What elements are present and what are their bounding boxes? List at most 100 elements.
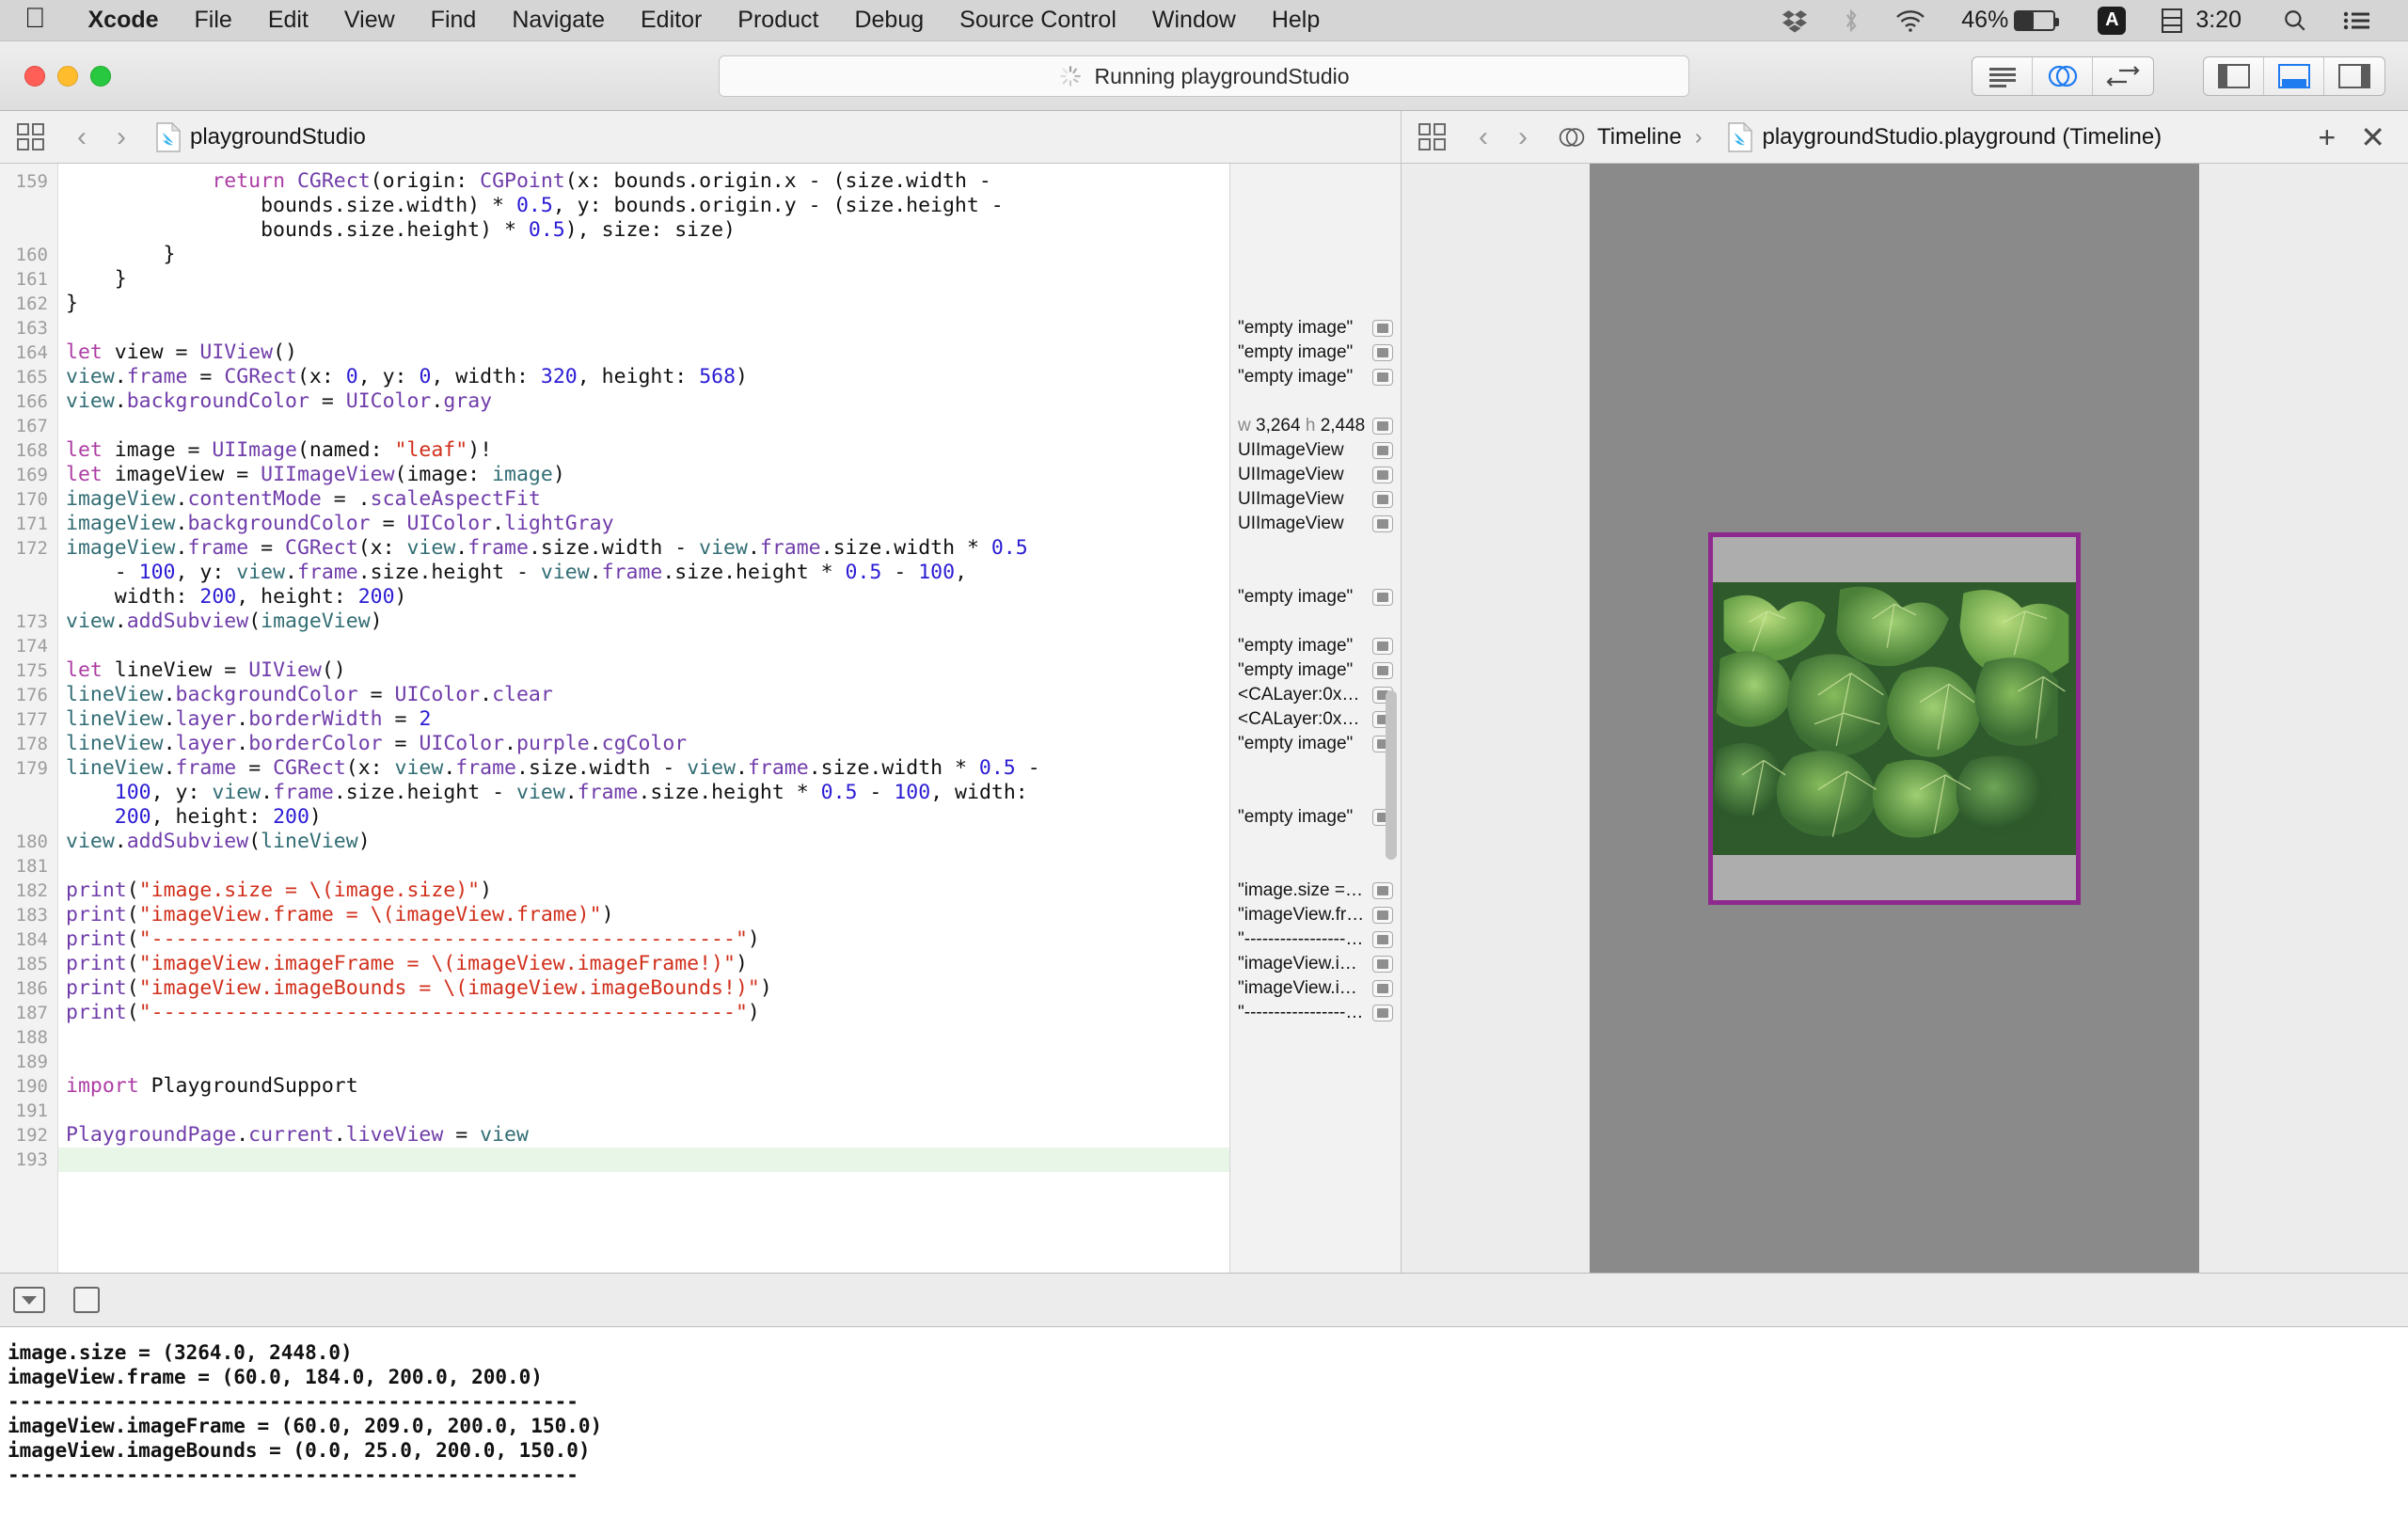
editor-vertical-scrollbar[interactable] xyxy=(1386,690,1397,860)
result-row[interactable]: "image.size = (3264…. xyxy=(1230,879,1401,903)
quick-look-button-icon[interactable] xyxy=(1372,369,1393,386)
result-row[interactable]: UIImageView xyxy=(1230,512,1401,536)
code-line[interactable]: 100, y: view.frame.size.height - view.fr… xyxy=(58,781,1401,805)
code-line[interactable]: view.addSubview(imageView) xyxy=(58,610,1401,634)
code-line[interactable] xyxy=(58,854,1401,879)
result-row[interactable]: "imageView.imageFr… xyxy=(1230,952,1401,976)
code-line[interactable] xyxy=(58,414,1401,438)
code-line[interactable]: let view = UIView() xyxy=(58,340,1401,365)
quick-look-button-icon[interactable] xyxy=(1372,907,1393,924)
code-line[interactable]: lineView.frame = CGRect(x: view.frame.si… xyxy=(58,756,1401,781)
source-code-editor[interactable]: 1591601611621631641651661671681691701711… xyxy=(0,164,1402,1273)
menu-item-navigate[interactable]: Navigate xyxy=(494,7,623,34)
code-line[interactable]: bounds.size.height) * 0.5), size: size) xyxy=(58,218,1401,243)
quick-look-button-icon[interactable] xyxy=(1372,931,1393,948)
quick-look-button-icon[interactable] xyxy=(1372,491,1393,508)
result-row[interactable]: "imageView.imageBo… xyxy=(1230,976,1401,1001)
menu-item-view[interactable]: View xyxy=(326,7,413,34)
quick-look-button-icon[interactable] xyxy=(1372,662,1393,679)
code-text-area[interactable]: return CGRect(origin: CGPoint(x: bounds.… xyxy=(58,164,1401,1273)
chevron-left-icon[interactable]: ‹ xyxy=(1465,121,1501,153)
quick-look-button-icon[interactable] xyxy=(1372,882,1393,899)
toggle-variables-view-button[interactable] xyxy=(73,1287,100,1313)
code-line[interactable]: print("---------------------------------… xyxy=(58,1001,1401,1025)
related-items-icon[interactable] xyxy=(1418,123,1447,151)
code-line[interactable]: import PlaygroundSupport xyxy=(58,1074,1401,1099)
input-source-indicator[interactable]: A xyxy=(2098,7,2126,35)
code-line[interactable] xyxy=(58,634,1401,658)
quick-look-button-icon[interactable] xyxy=(1372,344,1393,361)
code-line[interactable]: print("---------------------------------… xyxy=(58,927,1401,952)
menu-item-editor[interactable]: Editor xyxy=(623,7,720,34)
code-line[interactable]: print("imageView.imageBounds = \(imageVi… xyxy=(58,976,1401,1001)
result-row[interactable]: "empty image" xyxy=(1230,365,1401,389)
menu-item-debug[interactable]: Debug xyxy=(836,7,942,34)
code-line[interactable]: width: 200, height: 200) xyxy=(58,585,1401,610)
activity-status-view[interactable]: Running playgroundStudio xyxy=(719,55,1689,97)
code-line[interactable]: imageView.contentMode = .scaleAspectFit xyxy=(58,487,1401,512)
result-row[interactable]: UIImageView xyxy=(1230,487,1401,512)
chevron-right-icon[interactable]: › xyxy=(103,121,139,153)
code-line[interactable]: let imageView = UIImageView(image: image… xyxy=(58,463,1401,487)
code-line[interactable]: view.backgroundColor = UIColor.gray xyxy=(58,389,1401,414)
quick-look-button-icon[interactable] xyxy=(1372,956,1393,973)
result-row[interactable]: "empty image" xyxy=(1230,585,1401,610)
result-row[interactable]: w 3,264 h 2,448 xyxy=(1230,414,1401,438)
menu-item-product[interactable]: Product xyxy=(720,7,836,34)
code-line[interactable]: imageView.frame = CGRect(x: view.frame.s… xyxy=(58,536,1401,561)
code-line[interactable]: } xyxy=(58,267,1401,292)
quick-look-button-icon[interactable] xyxy=(1372,589,1393,606)
add-assistant-editor-button[interactable]: + xyxy=(2319,122,2337,152)
apple-logo-icon[interactable]:  xyxy=(24,5,46,33)
code-line[interactable]: lineView.layer.borderColor = UIColor.pur… xyxy=(58,732,1401,756)
toggle-console-button[interactable] xyxy=(13,1287,45,1313)
menu-item-xcode[interactable]: Xcode xyxy=(71,7,177,34)
code-line[interactable]: print("imageView.imageFrame = \(imageVie… xyxy=(58,952,1401,976)
quick-look-button-icon[interactable] xyxy=(1372,515,1393,532)
menu-item-find[interactable]: Find xyxy=(413,7,495,34)
quick-look-button-icon[interactable] xyxy=(1372,467,1393,483)
related-items-icon[interactable] xyxy=(17,123,45,151)
close-assistant-editor-button[interactable]: ✕ xyxy=(2360,122,2385,152)
menu-item-help[interactable]: Help xyxy=(1254,7,1338,34)
code-line[interactable] xyxy=(58,316,1401,340)
code-line[interactable]: let lineView = UIView() xyxy=(58,658,1401,683)
menu-item-window[interactable]: Window xyxy=(1134,7,1254,34)
code-line[interactable] xyxy=(58,1148,1401,1172)
wifi-icon[interactable] xyxy=(1895,9,1925,32)
menu-item-edit[interactable]: Edit xyxy=(250,7,326,34)
live-view-container[interactable] xyxy=(1708,532,2081,905)
code-line[interactable]: let image = UIImage(named: "leaf")! xyxy=(58,438,1401,463)
version-editor-button[interactable] xyxy=(2093,57,2153,95)
breadcrumb-playground[interactable]: playgroundStudio xyxy=(190,124,366,150)
result-row[interactable]: <CALayer:0x600000… xyxy=(1230,707,1401,732)
code-line[interactable]: 200, height: 200) xyxy=(58,805,1401,830)
quick-look-button-icon[interactable] xyxy=(1372,980,1393,997)
chevron-right-icon[interactable]: › xyxy=(1505,121,1541,153)
result-row[interactable]: "imageView.frame = (… xyxy=(1230,903,1401,927)
result-row[interactable]: "empty image" xyxy=(1230,658,1401,683)
code-line[interactable]: view.addSubview(lineView) xyxy=(58,830,1401,854)
code-line[interactable]: print("image.size = \(image.size)") xyxy=(58,879,1401,903)
code-line[interactable]: print("imageView.frame = \(imageView.fra… xyxy=(58,903,1401,927)
result-row[interactable]: "empty image" xyxy=(1230,732,1401,756)
code-line[interactable]: return CGRect(origin: CGPoint(x: bounds.… xyxy=(58,169,1401,194)
close-window-button[interactable] xyxy=(24,66,45,87)
spotlight-search-icon[interactable] xyxy=(2283,8,2307,33)
dropbox-icon[interactable] xyxy=(1782,8,1807,33)
quick-look-button-icon[interactable] xyxy=(1372,320,1393,337)
code-line[interactable] xyxy=(58,1050,1401,1074)
result-row[interactable]: UIImageView xyxy=(1230,463,1401,487)
code-line[interactable]: } xyxy=(58,292,1401,316)
result-row[interactable]: "empty image" xyxy=(1230,340,1401,365)
zoom-window-button[interactable] xyxy=(90,66,111,87)
notification-center-icon[interactable] xyxy=(2343,10,2369,31)
code-line[interactable] xyxy=(58,1099,1401,1123)
toggle-utilities-button[interactable] xyxy=(2324,57,2384,95)
result-row[interactable]: "-------------------… xyxy=(1230,927,1401,952)
result-row[interactable]: "-------------------… xyxy=(1230,1001,1401,1025)
result-row[interactable]: UIImageView xyxy=(1230,438,1401,463)
menu-item-source-control[interactable]: Source Control xyxy=(942,7,1134,34)
code-line[interactable]: - 100, y: view.frame.size.height - view.… xyxy=(58,561,1401,585)
battery-status[interactable]: 46% xyxy=(1961,7,2055,34)
